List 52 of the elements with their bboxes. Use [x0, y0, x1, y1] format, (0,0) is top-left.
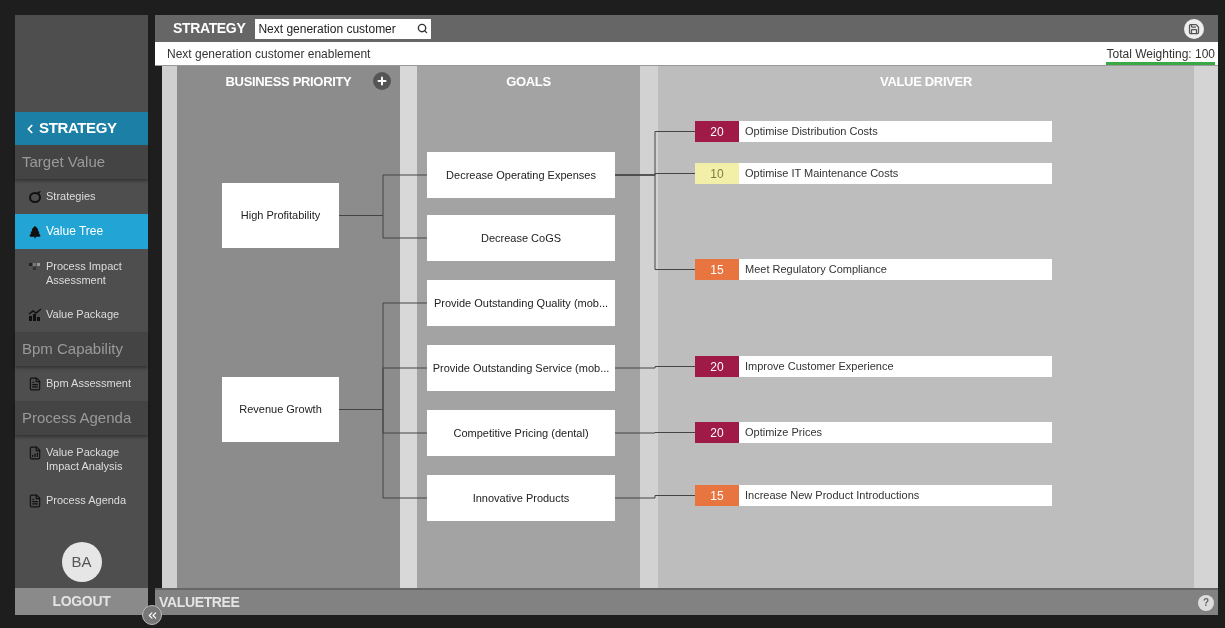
back-label: STRATEGY [39, 118, 117, 139]
section-header: Process Agenda [15, 401, 148, 435]
nav-item[interactable]: Value Package [15, 297, 148, 332]
value-driver-node[interactable]: Improve Customer Experience [739, 356, 1052, 377]
collapse-button[interactable] [142, 605, 162, 625]
value-driver-node[interactable]: Increase New Product Introductions [739, 485, 1052, 506]
tree-icon [28, 225, 42, 239]
page-title: STRATEGY [173, 19, 246, 38]
nav-item[interactable]: Bpm Assessment [15, 366, 148, 401]
nav-item[interactable]: Value Package Impact Analysis [15, 435, 148, 483]
business-priority-node[interactable]: Revenue Growth [222, 377, 339, 442]
weight-badge: 15 [695, 259, 739, 280]
strategy-name: Next generation customer enablement [167, 45, 371, 63]
view-title: VALUETREE [159, 593, 240, 612]
back-button[interactable]: STRATEGY [15, 112, 148, 145]
goal-node[interactable]: Provide Outstanding Service (mob... [427, 345, 615, 391]
user-avatar[interactable]: BA [61, 542, 102, 582]
search-icon [417, 23, 429, 34]
business-priority-node[interactable]: High Profitability [222, 183, 339, 248]
nav-item[interactable]: Process Agenda [15, 483, 148, 518]
weight-badge: 15 [695, 485, 739, 506]
goal-node[interactable]: Decrease CoGS [427, 215, 615, 261]
search-field[interactable]: Next generation customer [255, 18, 432, 39]
save-icon [1188, 22, 1200, 35]
value-driver-node[interactable]: Meet Regulatory Compliance [739, 259, 1052, 280]
ring-icon [28, 190, 42, 204]
save-button[interactable] [1184, 18, 1204, 39]
weight-badge: 20 [695, 422, 739, 443]
goal-node[interactable]: Innovative Products [427, 475, 615, 521]
add-button[interactable] [373, 72, 391, 90]
chart-icon [28, 308, 42, 322]
column-header: GOALS [506, 73, 551, 88]
goal-node[interactable]: Competitive Pricing (dental) [427, 410, 615, 456]
goal-node[interactable]: Provide Outstanding Quality (mob... [427, 280, 615, 326]
weight-badge: 10 [695, 163, 739, 184]
plus-icon [376, 75, 388, 87]
help-icon[interactable]: ? [1198, 594, 1214, 611]
document-icon [28, 446, 42, 460]
value-driver-node[interactable]: Optimise IT Maintenance Costs [739, 163, 1052, 184]
document-icon [28, 494, 42, 508]
nav-item[interactable]: Strategies [15, 179, 148, 214]
column-header: VALUE DRIVER [880, 73, 972, 88]
column-header: BUSINESS PRIORITY [225, 73, 352, 88]
nav-item[interactable]: Process Impact Assessment [15, 249, 148, 297]
value-driver-node[interactable]: Optimize Prices [739, 422, 1052, 443]
value-driver-node[interactable]: Optimise Distribution Costs [739, 121, 1052, 142]
weight-badge: 20 [695, 121, 739, 142]
section-header: Bpm Capability [15, 332, 148, 366]
section-header: Target Value [15, 145, 148, 179]
document-icon [28, 377, 42, 391]
weight-badge: 20 [695, 356, 739, 377]
goal-node[interactable]: Decrease Operating Expenses [427, 152, 615, 198]
